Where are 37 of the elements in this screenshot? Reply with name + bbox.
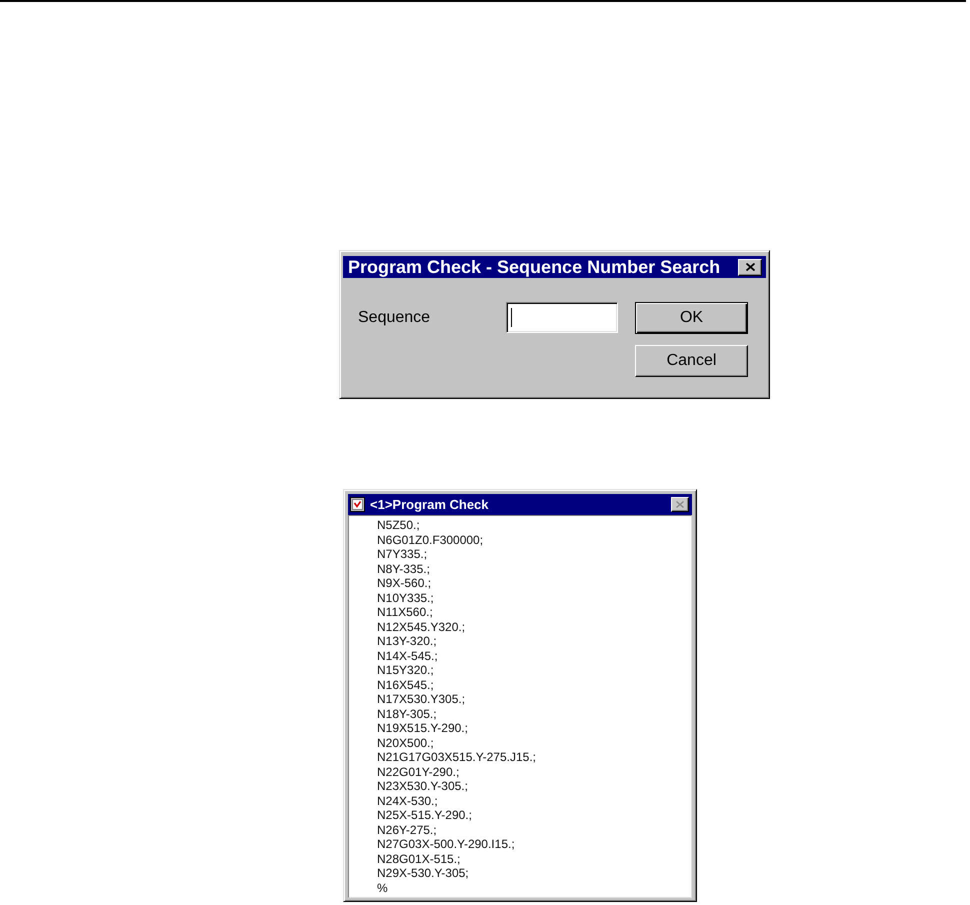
code-line: %: [377, 880, 389, 895]
code-line: N9X-560.;: [377, 576, 432, 590]
code-line: N5Z50.;: [377, 518, 421, 532]
sequence-field[interactable]: [506, 302, 618, 333]
text-cursor-icon: [511, 308, 512, 327]
sequence-label: Sequence: [358, 308, 432, 328]
code-line: N17X530.Y305.;: [377, 692, 466, 706]
code-line: N20X500.;: [377, 736, 435, 750]
close-icon: [676, 501, 684, 508]
code-line: N22G01Y-290.;: [377, 764, 460, 779]
code-line: N29X-530.Y-305;: [377, 866, 470, 880]
close-icon: [746, 263, 754, 271]
code-line: N26Y-275.;: [377, 822, 438, 837]
code-line: N25X-515.Y-290.;: [377, 808, 473, 822]
code-line: N15Y320.;: [377, 663, 435, 678]
code-line: N10Y335.;: [377, 590, 435, 605]
code-line: N18Y-305.;: [377, 706, 438, 721]
code-line: N28G01X-515.;: [377, 852, 462, 866]
window-title: <1>Program Check: [370, 497, 489, 512]
cancel-button[interactable]: Cancel: [635, 345, 748, 377]
code-line: N6G01Z0.F300000;: [377, 532, 484, 547]
code-line: N21G17G03X515.Y-275.J15.;: [377, 750, 538, 764]
dialog-title: Program Check - Sequence Number Search: [348, 256, 720, 278]
code-line: N19X515.Y-290.;: [377, 721, 469, 736]
code-line: N11X560.;: [377, 605, 434, 620]
code-line: N12X545.Y320.;: [377, 620, 466, 634]
ok-button[interactable]: OK: [635, 302, 748, 334]
code-line: N24X-530.;: [377, 794, 439, 808]
code-line: N7Y335.;: [377, 547, 428, 562]
code-line: N14X-545.;: [377, 648, 439, 663]
code-line: N13Y-320.;: [377, 634, 438, 648]
document-check-icon: [350, 497, 365, 512]
code-line: N23X530.Y-305.;: [377, 779, 469, 794]
close-button[interactable]: [738, 258, 762, 276]
code-line: N27G03X-500.Y-290.I15.;: [377, 837, 516, 852]
code-line: N8Y-335.;: [377, 562, 431, 576]
code-line: N16X545.;: [377, 678, 435, 692]
